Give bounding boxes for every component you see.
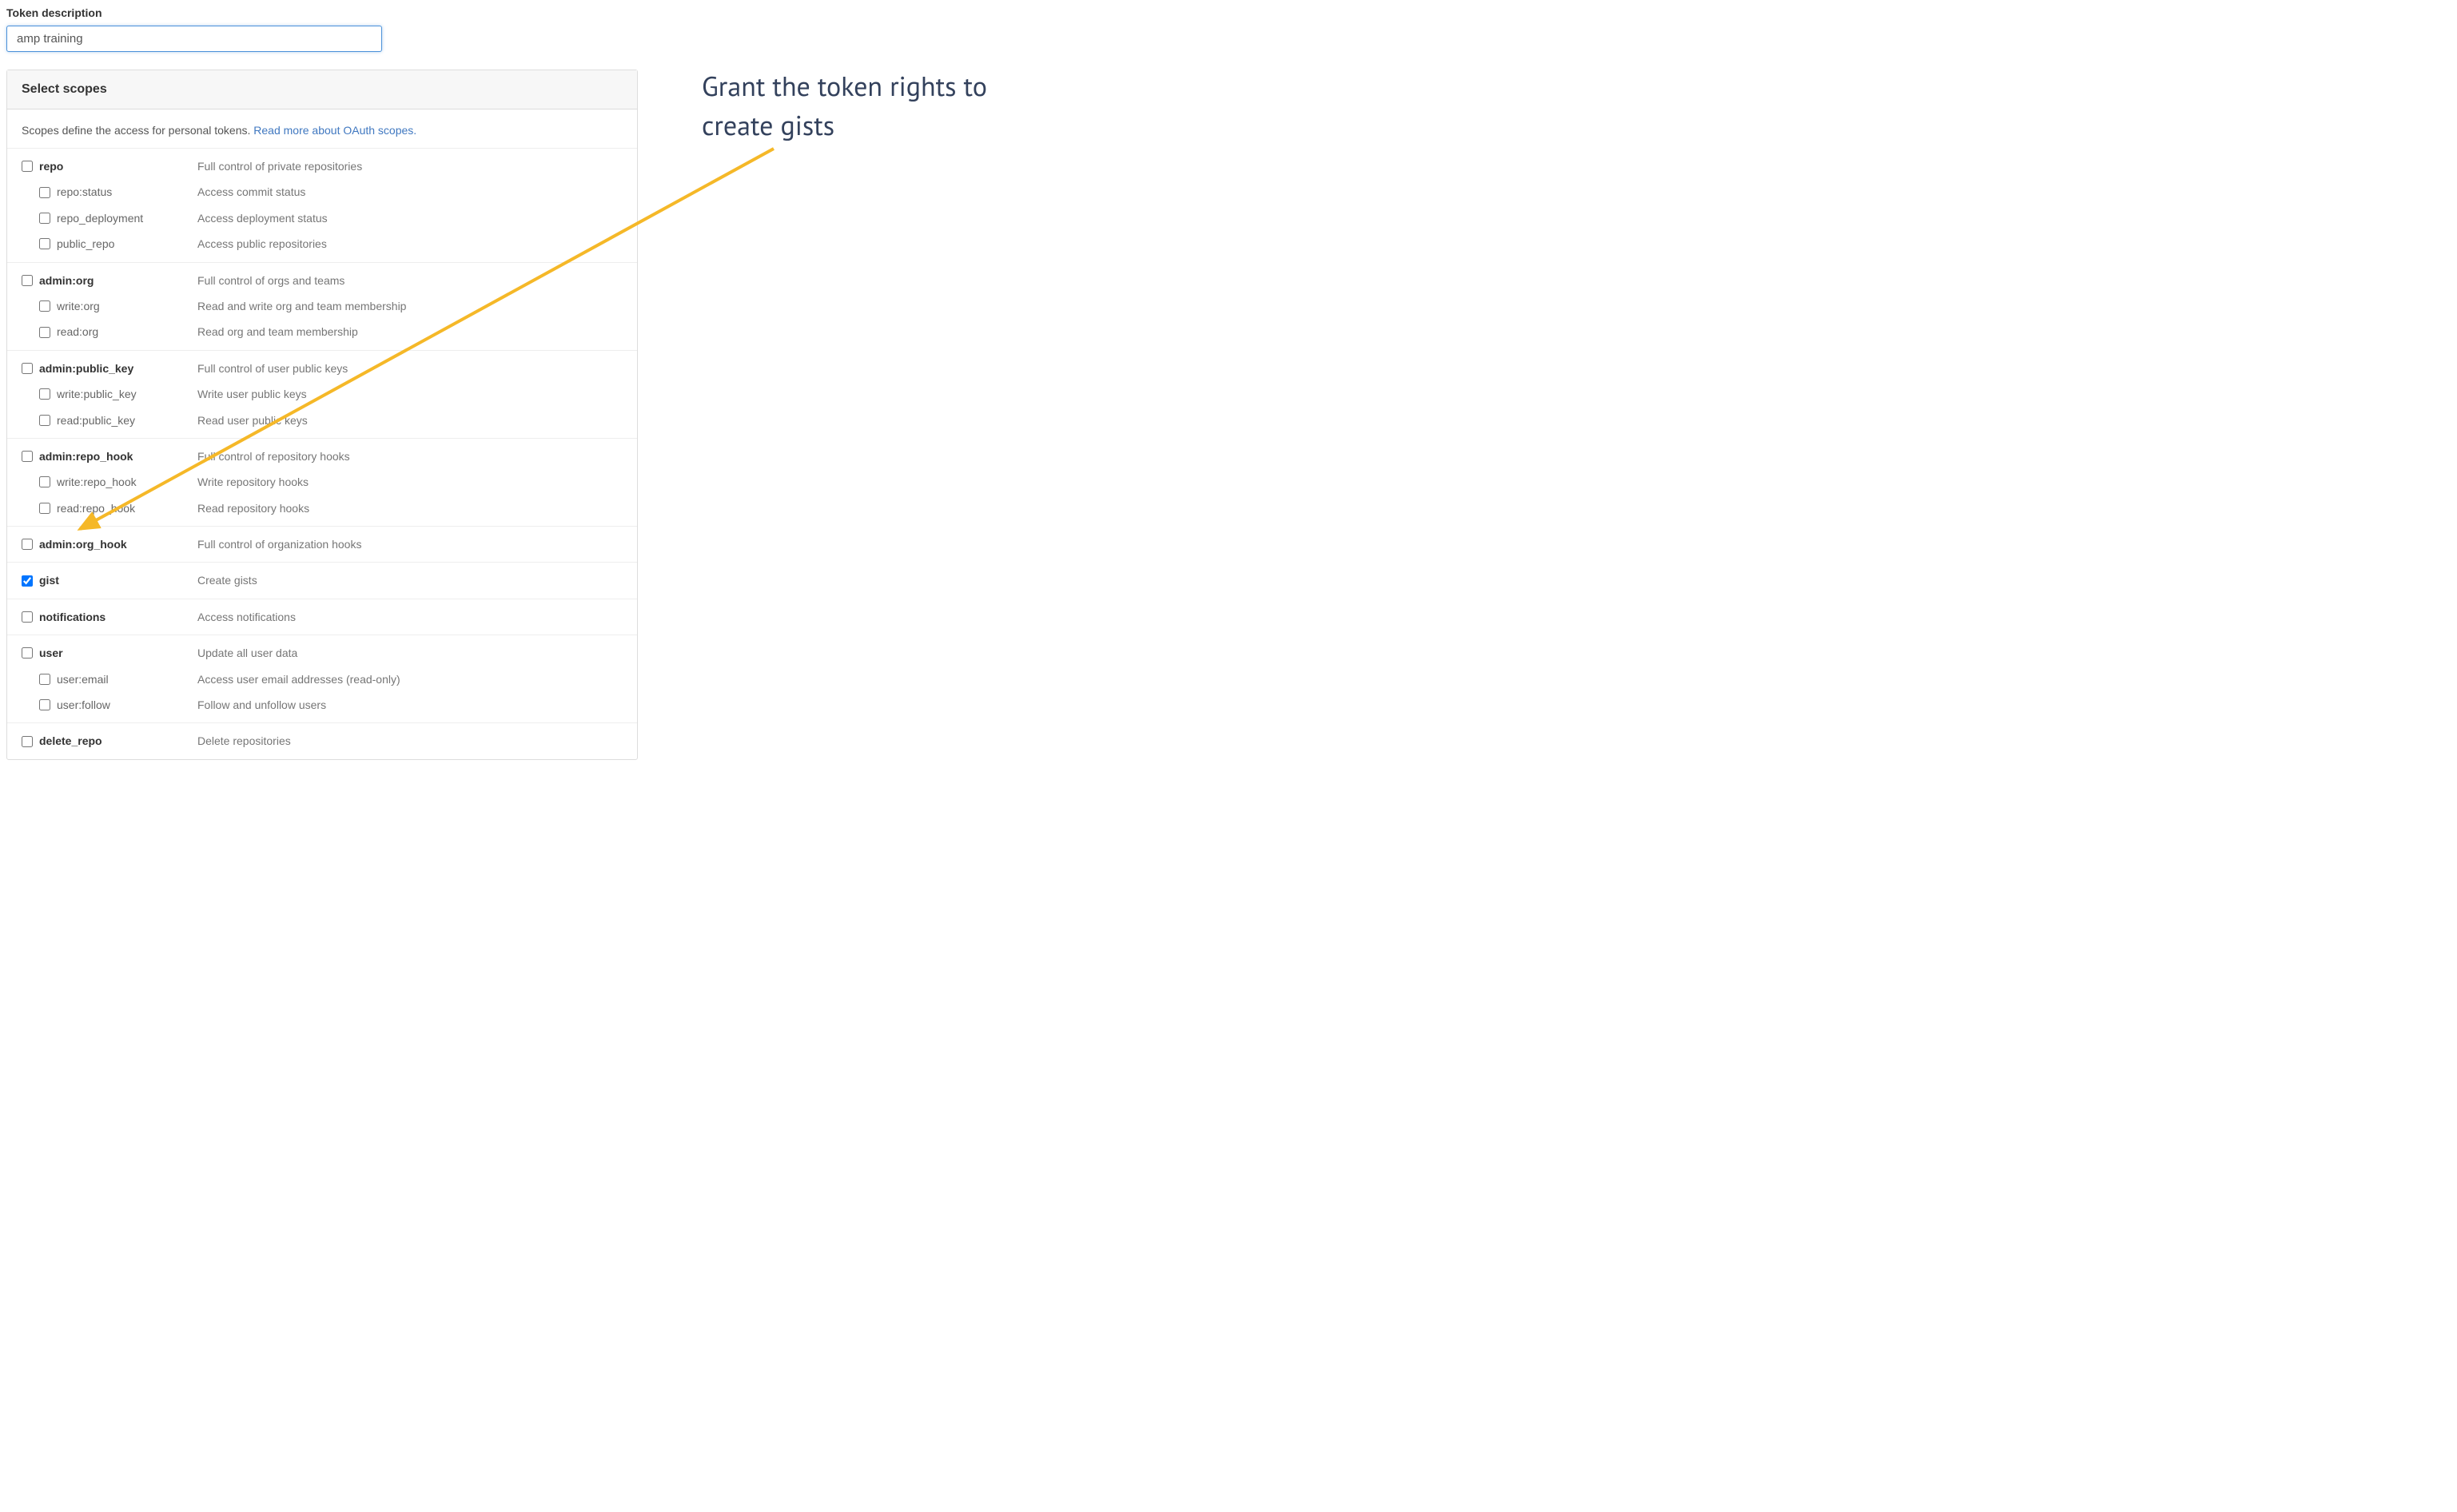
scope-row: public_repoAccess public repositories xyxy=(7,231,637,257)
scope-row: user:followFollow and unfollow users xyxy=(7,692,637,718)
scope-row: read:repo_hookRead repository hooks xyxy=(7,495,637,521)
scope-group: notificationsAccess notifications xyxy=(7,599,637,635)
scope-desc: Read and write org and team membership xyxy=(197,297,406,315)
scope-checkbox-gist[interactable] xyxy=(22,575,33,587)
scope-name: admin:org xyxy=(39,272,197,289)
token-description-input[interactable] xyxy=(6,26,382,52)
scope-group: repoFull control of private repositories… xyxy=(7,149,637,263)
scope-checkbox-write-public-key[interactable] xyxy=(39,388,50,400)
scope-sub-name: read:repo_hook xyxy=(57,499,197,517)
scope-checkbox-notifications[interactable] xyxy=(22,611,33,623)
scope-checkbox-read-repo-hook[interactable] xyxy=(39,503,50,514)
scope-sub-name: read:public_key xyxy=(57,412,197,429)
scope-checkbox-repo-status[interactable] xyxy=(39,187,50,198)
scope-sub-name: public_repo xyxy=(57,235,197,253)
scope-row: write:orgRead and write org and team mem… xyxy=(7,293,637,319)
scope-desc: Write user public keys xyxy=(197,385,307,403)
scope-desc: Full control of orgs and teams xyxy=(197,272,344,289)
scope-desc: Access deployment status xyxy=(197,209,328,227)
scope-name: gist xyxy=(39,571,197,589)
scope-row: read:public_keyRead user public keys xyxy=(7,408,637,433)
scope-desc: Access public repositories xyxy=(197,235,327,253)
scope-desc: Write repository hooks xyxy=(197,473,309,491)
scope-name: admin:repo_hook xyxy=(39,448,197,465)
scope-sub-name: write:org xyxy=(57,297,197,315)
scope-row: admin:public_keyFull control of user pub… xyxy=(7,356,637,381)
scope-name: delete_repo xyxy=(39,732,197,750)
scope-checkbox-write-org[interactable] xyxy=(39,300,50,312)
scope-checkbox-delete-repo[interactable] xyxy=(22,736,33,747)
scope-row: delete_repoDelete repositories xyxy=(7,728,637,754)
scope-checkbox-user-email[interactable] xyxy=(39,674,50,685)
scope-checkbox-repo-deployment[interactable] xyxy=(39,213,50,224)
scope-checkbox-user[interactable] xyxy=(22,647,33,659)
scope-name: repo xyxy=(39,157,197,175)
scope-row: gistCreate gists xyxy=(7,567,637,593)
scope-sub-name: write:repo_hook xyxy=(57,473,197,491)
scopes-panel: Select scopes Scopes define the access f… xyxy=(6,70,638,760)
scope-row: read:orgRead org and team membership xyxy=(7,319,637,344)
scope-group: gistCreate gists xyxy=(7,563,637,599)
scopes-title: Select scopes xyxy=(7,70,637,109)
scopes-intro-text: Scopes define the access for personal to… xyxy=(22,124,253,137)
scope-row: write:public_keyWrite user public keys xyxy=(7,381,637,407)
scope-sub-name: write:public_key xyxy=(57,385,197,403)
scope-desc: Full control of repository hooks xyxy=(197,448,350,465)
scope-name: user xyxy=(39,644,197,662)
scope-desc: Read repository hooks xyxy=(197,499,309,517)
scope-group: admin:org_hookFull control of organizati… xyxy=(7,527,637,563)
annotation-line2: create gists xyxy=(702,108,834,143)
scope-row: repo_deploymentAccess deployment status xyxy=(7,205,637,231)
scope-desc: Update all user data xyxy=(197,644,297,662)
scope-group: userUpdate all user datauser:emailAccess… xyxy=(7,635,637,723)
oauth-scopes-link[interactable]: Read more about OAuth scopes. xyxy=(253,124,416,137)
scope-desc: Full control of private repositories xyxy=(197,157,362,175)
scope-row: write:repo_hookWrite repository hooks xyxy=(7,469,637,495)
scope-desc: Read org and team membership xyxy=(197,323,358,340)
scope-row: repoFull control of private repositories xyxy=(7,153,637,179)
scope-sub-name: user:email xyxy=(57,670,197,688)
scope-desc: Follow and unfollow users xyxy=(197,696,326,714)
scope-checkbox-user-follow[interactable] xyxy=(39,699,50,710)
scope-desc: Read user public keys xyxy=(197,412,308,429)
annotation-line1: Grant the token rights to xyxy=(702,69,987,104)
scope-desc: Full control of organization hooks xyxy=(197,535,361,553)
scope-checkbox-repo[interactable] xyxy=(22,161,33,172)
scope-row: admin:org_hookFull control of organizati… xyxy=(7,531,637,557)
scope-row: repo:statusAccess commit status xyxy=(7,179,637,205)
scope-desc: Access notifications xyxy=(197,608,296,626)
scope-desc: Create gists xyxy=(197,571,257,589)
annotation-text: Grant the token rights to create gists xyxy=(702,67,987,146)
scope-name: admin:org_hook xyxy=(39,535,197,553)
scope-checkbox-admin-org[interactable] xyxy=(22,275,33,286)
scope-row: user:emailAccess user email addresses (r… xyxy=(7,666,637,692)
token-description-label: Token description xyxy=(6,6,638,19)
scope-sub-name: repo:status xyxy=(57,183,197,201)
scope-group: admin:orgFull control of orgs and teamsw… xyxy=(7,263,637,351)
scope-name: admin:public_key xyxy=(39,360,197,377)
scope-desc: Access commit status xyxy=(197,183,305,201)
scope-group: delete_repoDelete repositories xyxy=(7,723,637,758)
scope-checkbox-admin-public-key[interactable] xyxy=(22,363,33,374)
scope-name: notifications xyxy=(39,608,197,626)
scope-desc: Delete repositories xyxy=(197,732,291,750)
scopes-intro: Scopes define the access for personal to… xyxy=(7,109,637,149)
scope-checkbox-write-repo-hook[interactable] xyxy=(39,476,50,487)
scope-checkbox-read-org[interactable] xyxy=(39,327,50,338)
scope-row: notificationsAccess notifications xyxy=(7,604,637,630)
scope-checkbox-admin-repo-hook[interactable] xyxy=(22,451,33,462)
scope-sub-name: user:follow xyxy=(57,696,197,714)
scope-group: admin:repo_hookFull control of repositor… xyxy=(7,439,637,527)
scope-row: userUpdate all user data xyxy=(7,640,637,666)
scope-checkbox-admin-org-hook[interactable] xyxy=(22,539,33,550)
scope-row: admin:orgFull control of orgs and teams xyxy=(7,268,637,293)
scope-row: admin:repo_hookFull control of repositor… xyxy=(7,444,637,469)
scope-checkbox-read-public-key[interactable] xyxy=(39,415,50,426)
scope-desc: Access user email addresses (read-only) xyxy=(197,670,400,688)
scope-checkbox-public-repo[interactable] xyxy=(39,238,50,249)
scope-sub-name: repo_deployment xyxy=(57,209,197,227)
scope-group: admin:public_keyFull control of user pub… xyxy=(7,351,637,439)
scope-desc: Full control of user public keys xyxy=(197,360,348,377)
scope-sub-name: read:org xyxy=(57,323,197,340)
